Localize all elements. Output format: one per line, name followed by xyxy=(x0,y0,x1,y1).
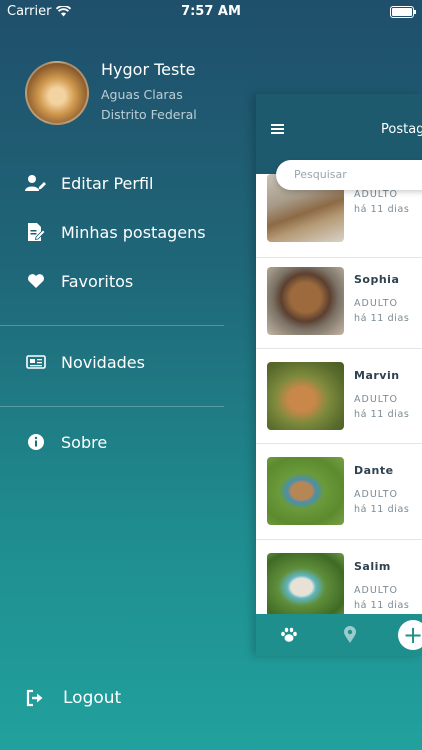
post-time: há 11 dias xyxy=(354,504,410,515)
post-time: há 11 dias xyxy=(354,409,410,420)
dog-photo xyxy=(267,457,344,525)
post-name: Sophia xyxy=(354,273,400,286)
newspaper-icon xyxy=(25,352,47,372)
menu-divider xyxy=(0,406,224,407)
user-edit-icon xyxy=(25,173,47,193)
menu-label-about: Sobre xyxy=(61,432,108,452)
post-age: ADULTO xyxy=(354,489,399,500)
post-age: ADULTO xyxy=(354,585,399,596)
posts-panel[interactable]: Postagens ADULTO há 11 dias Sophia ADULT… xyxy=(256,94,422,656)
menu-label-my-posts: Minhas postagens xyxy=(61,222,206,242)
map-marker-icon xyxy=(344,626,356,643)
list-item[interactable]: Dante ADULTO há 11 dias xyxy=(256,444,422,540)
status-time: 7:57 AM xyxy=(181,4,241,19)
post-age: ADULTO xyxy=(354,298,399,309)
dog-photo xyxy=(267,362,344,430)
menu-label-news: Novidades xyxy=(61,352,145,372)
logout-label: Logout xyxy=(63,688,122,708)
paw-icon xyxy=(281,627,297,642)
heart-icon xyxy=(25,271,47,291)
menu-item-edit-profile[interactable]: Editar Perfil xyxy=(25,173,153,193)
dog-photo xyxy=(267,553,344,621)
post-age: ADULTO xyxy=(354,189,399,200)
plus-icon: + xyxy=(402,621,422,649)
hamburger-menu-icon[interactable] xyxy=(271,124,284,134)
menu-item-favorites[interactable]: Favoritos xyxy=(25,271,133,291)
menu-label-edit-profile: Editar Perfil xyxy=(61,173,154,193)
bottom-tab-bar: + xyxy=(256,614,422,656)
search-placeholder: Pesquisar xyxy=(294,168,347,181)
post-time: há 11 dias xyxy=(354,313,410,324)
status-bar: Carrier 7:57 AM xyxy=(0,0,422,22)
logout-button[interactable]: Logout xyxy=(25,688,121,708)
avatar[interactable] xyxy=(25,60,89,125)
menu-item-my-posts[interactable]: Minhas postagens xyxy=(25,222,206,242)
post-name: Dante xyxy=(354,464,394,477)
profile-text: Hygor Teste Aguas Claras Distrito Federa… xyxy=(101,60,197,125)
profile-city: Aguas Claras xyxy=(101,87,183,102)
menu-item-news[interactable]: Novidades xyxy=(25,352,145,372)
list-item[interactable]: Sophia ADULTO há 11 dias xyxy=(256,253,422,349)
profile-state: Distrito Federal xyxy=(101,107,197,122)
tab-map[interactable] xyxy=(339,624,361,646)
list-item[interactable]: Marvin ADULTO há 11 dias xyxy=(256,348,422,444)
battery-icon xyxy=(390,6,416,18)
search-input[interactable]: Pesquisar xyxy=(276,160,422,190)
sign-out-icon xyxy=(25,689,47,707)
dog-photo xyxy=(267,267,344,335)
profile-name: Hygor Teste xyxy=(101,60,196,79)
post-name: Marvin xyxy=(354,369,400,382)
post-age: ADULTO xyxy=(354,394,399,405)
add-post-button[interactable]: + xyxy=(398,620,422,650)
menu-divider xyxy=(0,325,224,326)
info-icon xyxy=(25,432,47,452)
profile-header[interactable]: Hygor Teste Aguas Claras Distrito Federa… xyxy=(25,60,197,125)
menu-item-about[interactable]: Sobre xyxy=(25,432,107,452)
tab-paw[interactable] xyxy=(278,624,300,646)
panel-title: Postagens xyxy=(381,122,422,137)
post-name: Salim xyxy=(354,560,391,573)
post-time: há 11 dias xyxy=(354,204,410,215)
document-edit-icon xyxy=(25,222,47,242)
post-time: há 11 dias xyxy=(354,600,410,611)
menu-label-favorites: Favoritos xyxy=(61,271,134,291)
